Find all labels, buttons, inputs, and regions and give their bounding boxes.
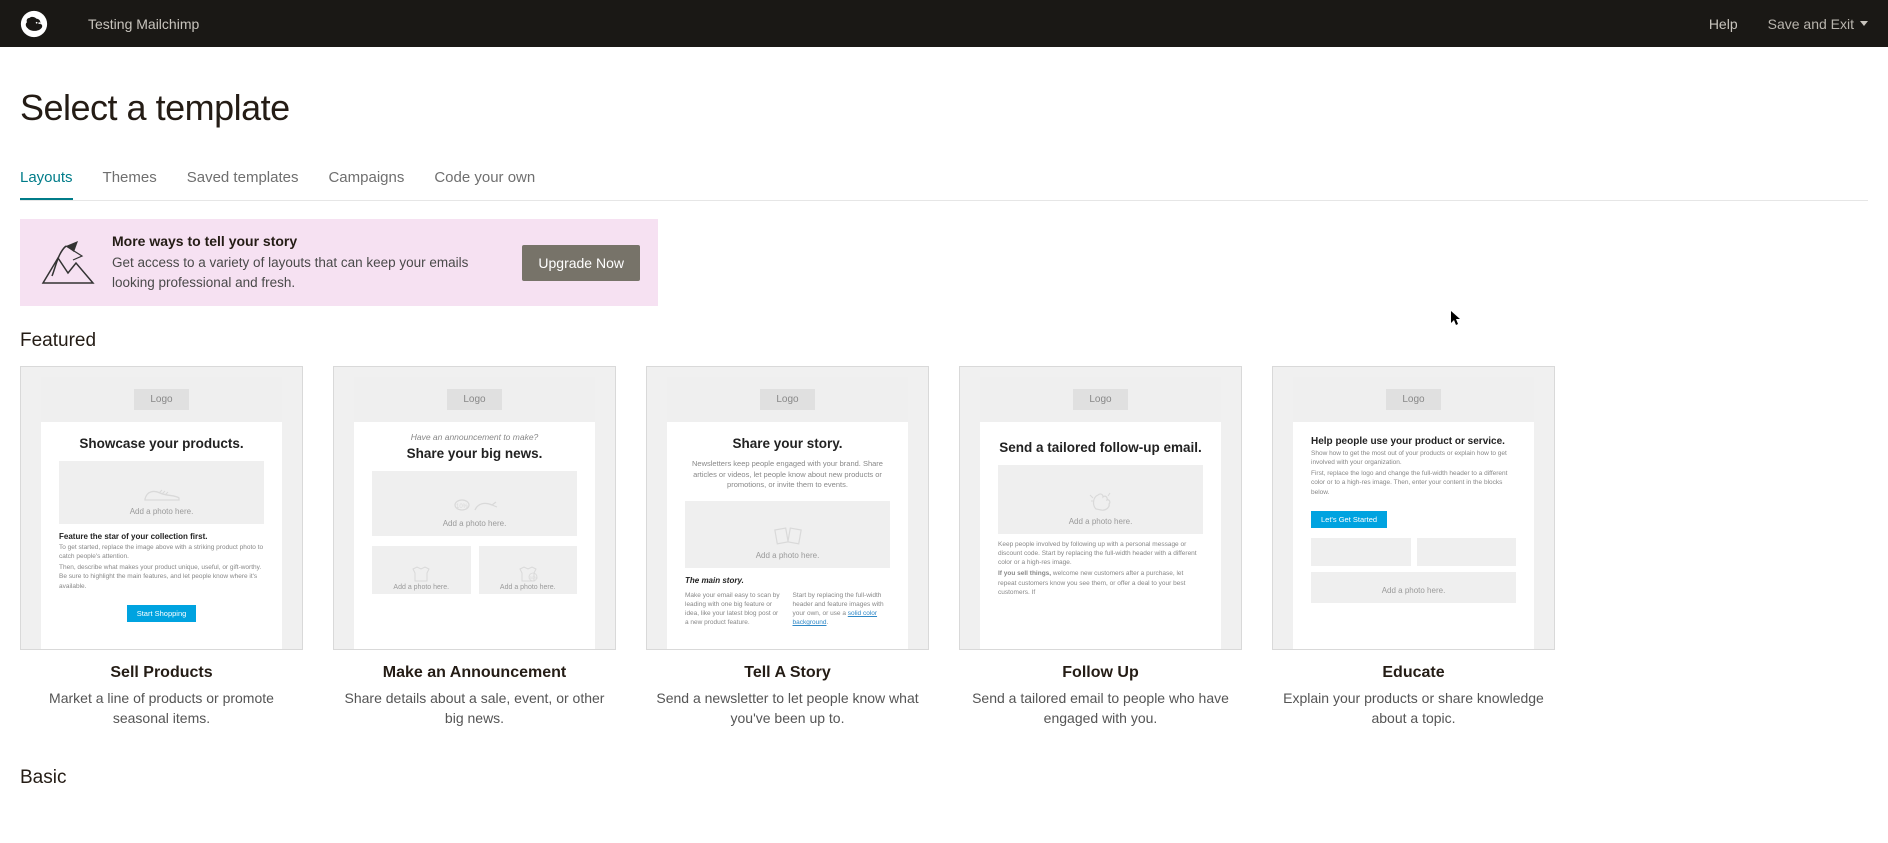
- preview-col: Start by replacing the full-width header…: [793, 591, 891, 627]
- preview-body: Show how to get the most out of your pro…: [1311, 449, 1516, 467]
- preview-desc: Newsletters keep people engaged with you…: [685, 459, 890, 491]
- template-title: Make an Announcement: [333, 664, 616, 682]
- book-icon: [685, 525, 890, 551]
- megaphone-icon: 10%: [372, 495, 577, 519]
- save-and-exit-button[interactable]: Save and Exit: [1768, 16, 1868, 32]
- template-description: Share details about a sale, event, or ot…: [333, 688, 616, 729]
- preview-cta: Let's Get Started: [1311, 511, 1387, 528]
- template-preview: Logo Have an announcement to make? Share…: [333, 366, 616, 650]
- section-heading-featured: Featured: [20, 330, 1868, 352]
- preview-photo-label: Add a photo here.: [59, 507, 264, 516]
- preview-body: Then, describe what makes your product u…: [59, 563, 264, 590]
- template-title: Educate: [1272, 664, 1555, 682]
- preview-photo-label: Add a photo here.: [372, 584, 471, 591]
- tab-themes[interactable]: Themes: [103, 169, 157, 200]
- preview-square: [1311, 538, 1411, 566]
- svg-text:10%: 10%: [455, 504, 468, 510]
- preview-headline: Showcase your products.: [47, 436, 276, 451]
- template-description: Send a newsletter to let people know wha…: [646, 688, 929, 729]
- template-preview: Logo Send a tailored follow-up email. Ad…: [959, 366, 1242, 650]
- preview-body: Keep people involved by following up wit…: [998, 540, 1203, 567]
- template-card-follow-up[interactable]: Logo Send a tailored follow-up email. Ad…: [959, 366, 1242, 729]
- preview-logo: Logo: [1073, 389, 1127, 410]
- preview-photo-label: Add a photo here.: [479, 584, 578, 591]
- preview-sub-italic: Have an announcement to make?: [354, 432, 595, 442]
- template-title: Follow Up: [959, 664, 1242, 682]
- preview-headline: Share your big news.: [360, 446, 589, 461]
- preview-photo-label: Add a photo here.: [685, 551, 890, 560]
- tab-saved-templates[interactable]: Saved templates: [187, 169, 299, 200]
- banner-illustration-icon: [38, 238, 98, 288]
- template-preview: Logo Showcase your products. Add a photo…: [20, 366, 303, 650]
- banner-description: Get access to a variety of layouts that …: [112, 253, 508, 292]
- upgrade-banner: More ways to tell your story Get access …: [20, 219, 658, 306]
- preview-col: Make your email easy to scan by leading …: [685, 591, 783, 627]
- preview-body: If you sell things, welcome new customer…: [998, 569, 1203, 596]
- preview-photo-label: Add a photo here.: [998, 517, 1203, 526]
- template-description: Explain your products or share knowledge…: [1272, 688, 1555, 729]
- template-title: Tell A Story: [646, 664, 929, 682]
- shirt-icon: [372, 566, 471, 584]
- help-link[interactable]: Help: [1709, 16, 1738, 32]
- workspace-name: Testing Mailchimp: [88, 16, 199, 32]
- preview-photo-label: Add a photo here.: [372, 519, 577, 528]
- template-description: Send a tailored email to people who have…: [959, 688, 1242, 729]
- template-card-educate[interactable]: Logo Help people use your product or ser…: [1272, 366, 1555, 729]
- preview-bold: If you sell things,: [998, 570, 1051, 577]
- topbar-left: Testing Mailchimp: [20, 10, 199, 38]
- featured-templates-row: Logo Showcase your products. Add a photo…: [20, 366, 1868, 729]
- page-title: Select a template: [20, 87, 1868, 129]
- preview-body: To get started, replace the image above …: [59, 543, 264, 561]
- upgrade-now-button[interactable]: Upgrade Now: [522, 245, 640, 281]
- preview-headline: Share your story.: [673, 436, 902, 451]
- tabs: Layouts Themes Saved templates Campaigns…: [20, 169, 1868, 201]
- preview-headline: Send a tailored follow-up email.: [986, 440, 1215, 455]
- shirt-icon: -50%: [479, 566, 578, 584]
- template-preview: Logo Help people use your product or ser…: [1272, 366, 1555, 650]
- topbar: Testing Mailchimp Help Save and Exit: [0, 0, 1888, 47]
- chevron-down-icon: [1860, 21, 1868, 26]
- tab-layouts[interactable]: Layouts: [20, 169, 73, 200]
- wave-hand-icon: [998, 489, 1203, 517]
- template-title: Sell Products: [20, 664, 303, 682]
- template-card-sell-products[interactable]: Logo Showcase your products. Add a photo…: [20, 366, 303, 729]
- preview-logo: Logo: [760, 389, 814, 410]
- preview-cta: Start Shopping: [127, 605, 197, 622]
- preview-photo-label: Add a photo here.: [1311, 586, 1516, 595]
- preview-bold-line: The main story.: [685, 576, 890, 585]
- preview-body: First, replace the logo and change the f…: [1311, 469, 1516, 496]
- save-exit-label: Save and Exit: [1768, 16, 1854, 32]
- template-description: Market a line of products or promote sea…: [20, 688, 303, 729]
- svg-text:-50%: -50%: [528, 575, 538, 580]
- banner-heading: More ways to tell your story: [112, 233, 508, 249]
- template-preview: Logo Share your story. Newsletters keep …: [646, 366, 929, 650]
- preview-logo: Logo: [134, 389, 188, 410]
- preview-headline: Help people use your product or service.: [1311, 436, 1516, 447]
- main-container: Select a template Layouts Themes Saved t…: [0, 47, 1888, 843]
- template-card-tell-a-story[interactable]: Logo Share your story. Newsletters keep …: [646, 366, 929, 729]
- preview-bold-line: Feature the star of your collection firs…: [59, 532, 264, 541]
- preview-square: [1417, 538, 1517, 566]
- preview-logo: Logo: [1386, 389, 1440, 410]
- mailchimp-logo-icon[interactable]: [20, 10, 48, 38]
- tab-campaigns[interactable]: Campaigns: [328, 169, 404, 200]
- section-heading-basic: Basic: [20, 767, 1868, 789]
- shoe-icon: [59, 485, 264, 507]
- preview-logo: Logo: [447, 389, 501, 410]
- topbar-right: Help Save and Exit: [1709, 16, 1868, 32]
- banner-text: More ways to tell your story Get access …: [112, 233, 508, 292]
- template-card-make-announcement[interactable]: Logo Have an announcement to make? Share…: [333, 366, 616, 729]
- tab-code-your-own[interactable]: Code your own: [434, 169, 535, 200]
